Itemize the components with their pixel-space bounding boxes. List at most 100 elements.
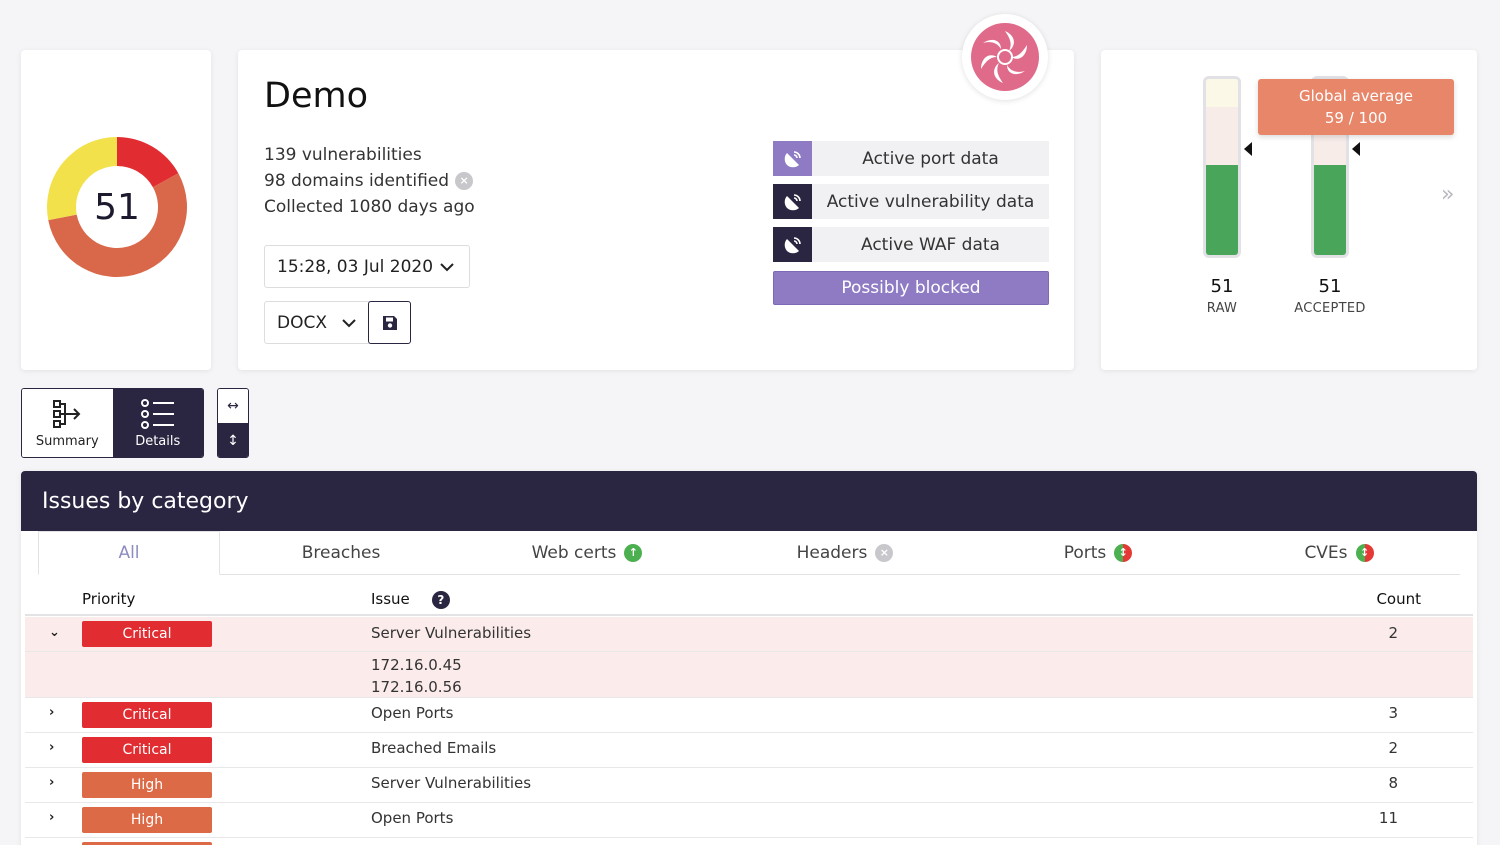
data-source-label: Active WAF data — [861, 234, 1000, 255]
summary-view-button[interactable]: Summary — [22, 389, 113, 457]
issues-panel-title: Issues by category — [21, 471, 1477, 531]
score-card: 51 — [21, 50, 211, 370]
chevron-right-icon[interactable]: › — [49, 775, 54, 790]
tab-label: Ports — [1063, 542, 1107, 563]
issues-table-header: Priority Issue? Count — [25, 581, 1473, 616]
organization-card: Demo 139 vulnerabilities 98 domains iden… — [238, 14, 1074, 370]
table-row[interactable]: › High Open Ports 11 — [25, 803, 1473, 838]
raw-gauge-fill — [1206, 165, 1238, 255]
tooltip-value: 59 / 100 — [1324, 109, 1388, 127]
export-format-value: DOCX — [277, 312, 327, 333]
satellite-dish-icon — [773, 227, 812, 262]
issue-name: Server Vulnerabilities — [371, 624, 532, 642]
details-view-button[interactable]: Details — [112, 389, 203, 457]
help-icon[interactable]: ? — [431, 590, 450, 609]
chevron-right-icon[interactable]: › — [49, 810, 54, 825]
possibly-blocked-button[interactable]: Possibly blocked — [773, 271, 1049, 305]
issue-name: Open Ports — [371, 809, 454, 827]
issue-name: Server Vulnerabilities — [371, 774, 532, 792]
column-priority: Priority — [82, 590, 136, 608]
priority-badge: High — [82, 772, 212, 798]
detail-ip: 172.16.0.45 — [371, 656, 462, 674]
tab-headers[interactable]: Headers × — [712, 531, 978, 574]
organization-name: Demo — [264, 76, 368, 116]
detail-ip: 172.16.0.56 — [371, 678, 462, 696]
tab-cves[interactable]: CVEs ↕ — [1218, 531, 1460, 574]
priority-badge: Critical — [82, 737, 212, 763]
tab-label: Breaches — [301, 542, 381, 563]
data-source-row-vulnerability: Active vulnerability data — [773, 184, 1049, 219]
issue-name: Breached Emails — [371, 739, 497, 757]
data-source-row-waf: Active WAF data — [773, 227, 1049, 262]
table-row[interactable]: › Critical Open Ports 3 — [25, 698, 1473, 733]
table-row[interactable] — [25, 838, 1473, 845]
list-icon — [140, 398, 174, 429]
score-gauges-card: Global average 59 / 100 51 RAW 51 ACCEPT… — [1101, 50, 1477, 370]
priority-badge: Critical — [82, 621, 212, 647]
vulnerability-count: 139 vulnerabilities — [264, 145, 422, 165]
category-tabs: All Breaches Web certs ↑ Headers × Ports… — [38, 531, 1460, 575]
issue-name: Open Ports — [371, 704, 454, 722]
global-average-tooltip: Global average 59 / 100 — [1258, 79, 1454, 135]
raw-score-value: 51 — [1210, 276, 1234, 297]
accepted-score-label: ACCEPTED — [1294, 301, 1366, 316]
tab-web-certs[interactable]: Web certs ↑ — [462, 531, 712, 574]
up-down-arrows-icon: ↕ — [1114, 543, 1133, 562]
tab-label: Headers — [796, 542, 868, 563]
issues-panel: Issues by category All Breaches Web cert… — [21, 471, 1477, 845]
table-row[interactable]: › High Server Vulnerabilities 8 — [25, 768, 1473, 803]
close-icon: × — [875, 543, 894, 562]
collected-age: Collected 1080 days ago — [264, 197, 475, 217]
table-row[interactable]: ⌄ Critical Server Vulnerabilities 2 — [25, 617, 1473, 652]
issue-count: 2 — [1388, 739, 1398, 757]
tab-label: CVEs — [1304, 542, 1348, 563]
score-value: 51 — [94, 186, 140, 228]
raw-score-gauge — [1203, 76, 1241, 258]
raw-score-label: RAW — [1206, 301, 1238, 316]
summary-label: Summary — [35, 433, 99, 449]
report-date-value: 15:28, 03 Jul 2020 — [277, 256, 434, 277]
issue-count: 2 — [1388, 624, 1398, 642]
tab-ports[interactable]: Ports ↕ — [978, 531, 1218, 574]
data-source-row-port: Active port data — [773, 141, 1049, 176]
double-chevron-right-icon[interactable]: » — [1441, 182, 1454, 207]
horizontal-resize-icon[interactable]: ↔ — [218, 389, 248, 423]
flowchart-icon — [53, 399, 81, 428]
accepted-score-value: 51 — [1318, 276, 1342, 297]
data-source-label: Active port data — [862, 148, 999, 169]
accepted-average-marker — [1352, 142, 1360, 156]
report-date-select[interactable]: 15:28, 03 Jul 2020 — [264, 245, 470, 288]
data-source-label: Active vulnerability data — [826, 191, 1035, 212]
close-icon[interactable]: × — [455, 172, 474, 190]
tab-breaches[interactable]: Breaches — [220, 531, 462, 574]
tab-label: All — [118, 543, 140, 563]
tab-all[interactable]: All — [38, 531, 220, 575]
organization-stats: 139 vulnerabilities 98 domains identifie… — [264, 142, 475, 220]
chevron-down-icon — [440, 262, 454, 271]
satellite-dish-icon — [773, 141, 812, 176]
size-toggle: ↔ ↕ — [217, 388, 249, 458]
save-button[interactable] — [368, 301, 411, 344]
issue-count: 11 — [1378, 809, 1398, 827]
chevron-down-icon[interactable]: ⌄ — [49, 625, 60, 640]
domains-line: 98 domains identified × — [264, 168, 475, 194]
chevron-right-icon[interactable]: › — [49, 705, 54, 720]
priority-badge: Critical — [82, 702, 212, 728]
chevron-down-icon — [342, 318, 356, 327]
view-toggle: Summary Details — [21, 388, 204, 458]
chevron-right-icon[interactable]: › — [49, 740, 54, 755]
issue-count: 8 — [1388, 774, 1398, 792]
satellite-dish-icon — [773, 184, 812, 219]
priority-badge: High — [82, 807, 212, 833]
table-row[interactable]: › Critical Breached Emails 2 — [25, 733, 1473, 768]
row-details: 172.16.0.45 172.16.0.56 — [25, 652, 1473, 698]
spiral-logo-icon — [962, 14, 1048, 100]
save-icon — [382, 315, 397, 330]
tab-label: Web certs — [531, 542, 617, 563]
arrow-up-icon: ↑ — [624, 543, 643, 562]
column-count[interactable]: Count — [1376, 590, 1421, 608]
export-format-select[interactable]: DOCX — [264, 301, 370, 344]
column-issue: Issue — [371, 590, 410, 608]
vertical-resize-icon[interactable]: ↕ — [218, 423, 248, 457]
raw-average-marker — [1244, 142, 1252, 156]
